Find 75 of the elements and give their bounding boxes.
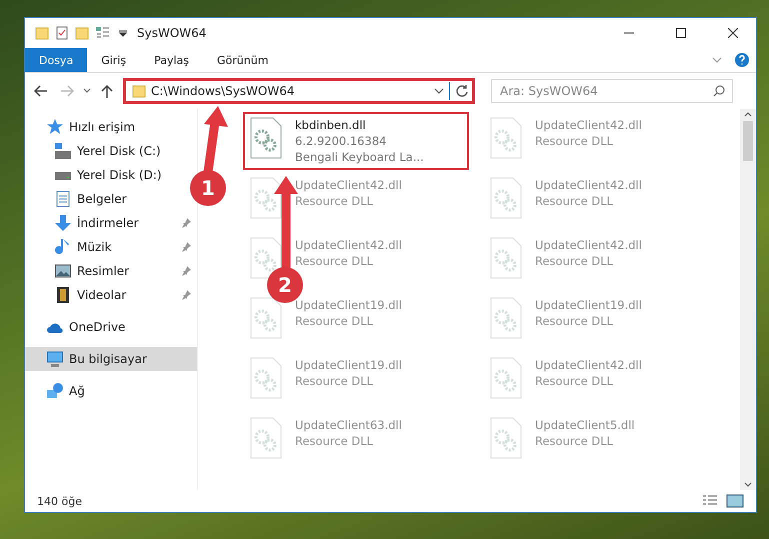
gear-file-icon (489, 237, 523, 279)
search-field[interactable]: Ara: SysWOW64 (491, 79, 733, 103)
search-icon (713, 85, 725, 97)
file-description: Resource DLL (295, 433, 374, 449)
ribbon-tab[interactable]: Dosya (25, 48, 88, 72)
gear-file-icon (489, 417, 523, 459)
star-icon (47, 119, 63, 135)
pin-icon (181, 266, 191, 276)
sidebar-item[interactable]: OneDrive (25, 315, 197, 339)
refresh-icon[interactable] (455, 84, 469, 98)
gear-file-icon (249, 117, 283, 159)
file-description: Resource DLL (295, 313, 374, 329)
picture-icon (55, 263, 71, 279)
file-version: 6.2.9200.16384 (295, 133, 388, 149)
folder-icon (35, 26, 49, 40)
download-arrow-icon (55, 215, 71, 231)
ribbon-tab[interactable]: Giriş (87, 48, 140, 72)
chevron-down-icon[interactable] (83, 88, 91, 94)
sidebar-item[interactable]: Videolar (25, 283, 197, 307)
gear-file-icon (249, 357, 283, 399)
maximize-icon (676, 28, 686, 38)
gear-file-icon (249, 417, 283, 459)
document-icon (55, 191, 71, 207)
ribbon-tab[interactable]: Görünüm (203, 48, 282, 72)
file-description: Resource DLL (295, 193, 374, 209)
back-arrow-icon (34, 85, 48, 97)
window-title: SysWOW64 (137, 26, 208, 40)
item-count: 140 öğe (37, 494, 83, 508)
file-description: Resource DLL (535, 313, 614, 329)
pin-icon (181, 218, 191, 228)
gear-file-icon (489, 297, 523, 339)
gear-file-icon (249, 177, 283, 219)
checklist-icon[interactable] (55, 26, 69, 40)
address-path: C:\Windows\SysWOW64 (151, 84, 296, 98)
file-description: Bengali Keyboard La... (295, 149, 424, 165)
sidebar-item[interactable]: Hızlı erişim (25, 115, 197, 139)
file-description: Resource DLL (535, 433, 614, 449)
gear-file-icon (249, 297, 283, 339)
gear-file-icon (249, 237, 283, 279)
drive-icon (55, 143, 71, 159)
close-icon (728, 28, 738, 38)
film-icon (55, 287, 71, 303)
file-name[interactable]: kbdinben.dll (295, 117, 424, 133)
gear-file-icon (489, 357, 523, 399)
address-bar[interactable]: C:\Windows\SysWOW64 (123, 78, 475, 104)
file-description: Resource DLL (295, 253, 374, 269)
sidebar-item[interactable]: İndirmeler (25, 211, 197, 235)
sidebar-item[interactable]: Bu bilgisayar (25, 347, 197, 371)
sidebar-item[interactable]: Yerel Disk (C:) (25, 139, 197, 163)
music-note-icon (55, 239, 71, 255)
minimize-icon (624, 32, 634, 34)
file-description: Resource DLL (535, 193, 614, 209)
dropdown-icon[interactable] (119, 29, 127, 37)
file-description: Resource DLL (295, 373, 374, 389)
up-arrow-icon (101, 84, 113, 98)
file-description: Resource DLL (535, 373, 614, 389)
ribbon-tab[interactable]: Paylaş (140, 48, 203, 72)
gear-file-icon (489, 117, 523, 159)
sidebar-item[interactable]: Ağ (25, 379, 197, 403)
scrollbar-thumb[interactable] (743, 121, 753, 161)
chevron-down-icon[interactable] (434, 87, 444, 95)
network-icon (47, 383, 63, 399)
large-icons-view-icon[interactable] (726, 494, 744, 508)
forward-arrow-icon (60, 85, 74, 97)
file-description: Resource DLL (535, 133, 614, 149)
gear-file-icon (489, 177, 523, 219)
pin-icon (181, 290, 191, 300)
folder-icon (132, 84, 146, 98)
sidebar-item[interactable]: Resimler (25, 259, 197, 283)
pin-icon (181, 242, 191, 252)
file-description: Resource DLL (535, 253, 614, 269)
sidebar-item[interactable]: Müzik (25, 235, 197, 259)
step-number-badge: 1 (190, 170, 226, 206)
computer-icon (47, 351, 63, 367)
scrollbar[interactable] (740, 109, 756, 490)
